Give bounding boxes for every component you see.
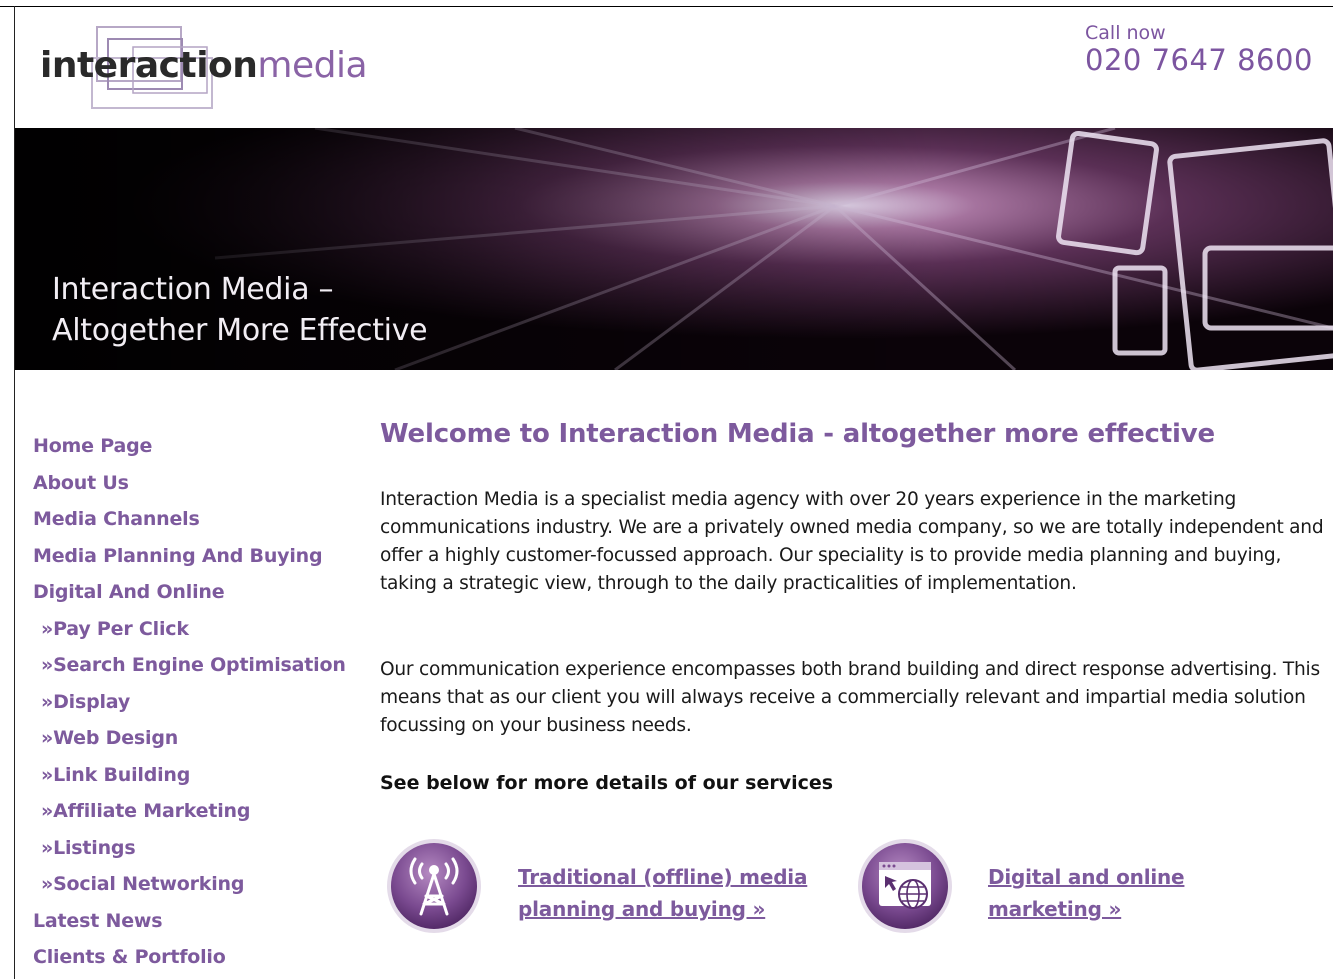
service-digital-line1[interactable]: Digital and online <box>988 861 1185 893</box>
hero-banner: Interaction Media – Altogether More Effe… <box>15 128 1333 370</box>
nav-display[interactable]: »Display <box>33 684 346 721</box>
broadcast-tower-icon[interactable] <box>384 836 484 936</box>
nav-listings[interactable]: »Listings <box>33 830 346 867</box>
nav-latest-news[interactable]: Latest News <box>33 903 346 940</box>
nav-social-networking[interactable]: »Social Networking <box>33 866 346 903</box>
service-digital-line2[interactable]: marketing » <box>988 893 1121 925</box>
nav-about-us[interactable]: About Us <box>33 465 346 502</box>
nav-affiliate-marketing[interactable]: »Affiliate Marketing <box>33 793 346 830</box>
nav-digital-online[interactable]: Digital And Online <box>33 574 346 611</box>
banner-tagline-line2: Altogether More Effective <box>52 313 428 348</box>
sidebar-nav: Home Page About Us Media Channels Media … <box>33 428 346 976</box>
nav-clients-portfolio[interactable]: Clients & Portfolio <box>33 939 346 976</box>
nav-media-planning-buying[interactable]: Media Planning And Buying <box>33 538 346 575</box>
page-border-top <box>0 6 1333 7</box>
nav-link-building[interactable]: »Link Building <box>33 757 346 794</box>
nav-home-page[interactable]: Home Page <box>33 428 346 465</box>
phone-number[interactable]: 020 7647 8600 <box>1085 44 1313 76</box>
services-heading: See below for more details of our servic… <box>380 772 834 794</box>
call-now-block: Call now 020 7647 8600 <box>1085 22 1313 76</box>
nav-web-design[interactable]: »Web Design <box>33 720 346 757</box>
intro-paragraph-2: Our communication experience encompasses… <box>380 659 1320 736</box>
page-title: Welcome to Interaction Media - altogethe… <box>380 419 1215 449</box>
site-logo[interactable]: interactionmedia <box>40 25 370 115</box>
main-content: Welcome to Interaction Media - altogethe… <box>380 416 1325 933</box>
logo-wordmark-bold: interaction <box>40 45 258 86</box>
call-now-label: Call now <box>1085 22 1166 44</box>
service-traditional-line2[interactable]: planning and buying » <box>518 893 765 925</box>
nav-pay-per-click[interactable]: »Pay Per Click <box>33 611 346 648</box>
logo-wordmark-light: media <box>257 45 368 86</box>
logo-wordmark: interactionmedia <box>40 45 368 86</box>
banner-tagline-line1: Interaction Media – <box>52 272 334 307</box>
nav-seo[interactable]: »Search Engine Optimisation <box>33 647 346 684</box>
service-traditional-line1[interactable]: Traditional (offline) media <box>518 861 807 893</box>
web-globe-icon[interactable] <box>855 836 955 936</box>
nav-media-channels[interactable]: Media Channels <box>33 501 346 538</box>
intro-paragraph-1: Interaction Media is a specialist media … <box>380 489 1324 594</box>
